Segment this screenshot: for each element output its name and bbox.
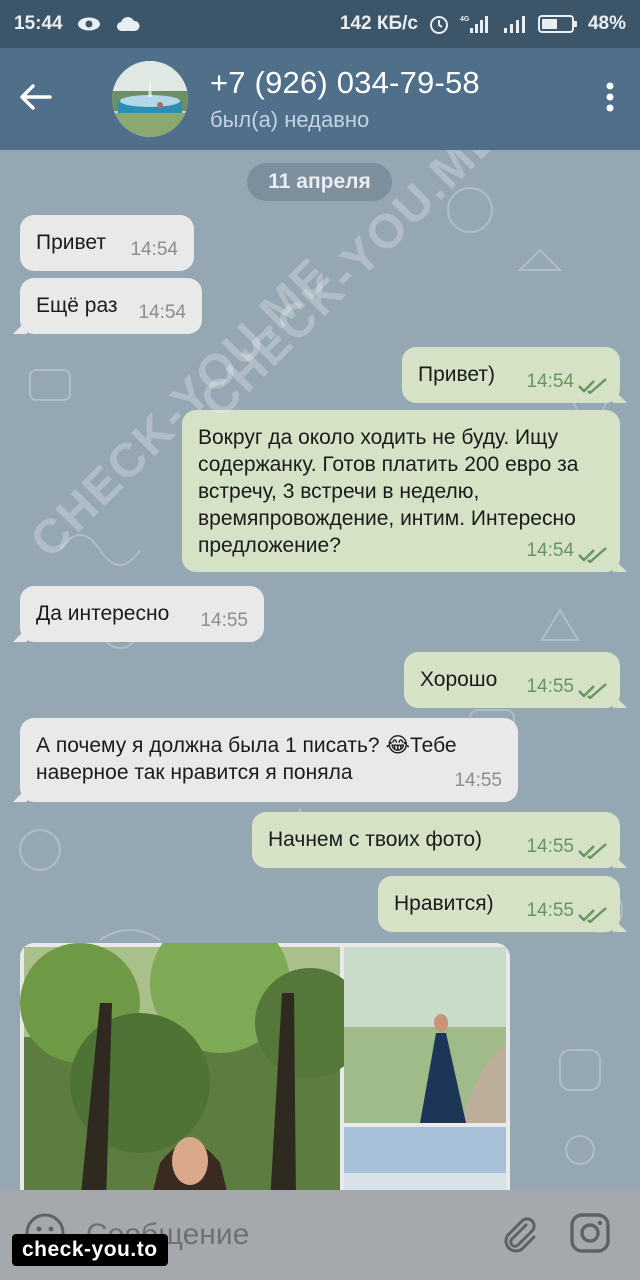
message-text: Нравится): [394, 892, 494, 915]
watermark-badge: check-you.to: [12, 1234, 168, 1266]
alarm-icon: [428, 13, 450, 35]
read-ticks-icon: [578, 547, 607, 563]
message-time: 14:54: [138, 302, 186, 323]
chat-header: +7 (926) 034-79-58 был(а) недавно: [0, 48, 640, 150]
message-text: Хорошо: [420, 668, 498, 691]
contact-status: был(а) недавно: [210, 107, 370, 132]
net-speed: 142 КБ/с: [339, 13, 418, 34]
message-text: Начнем с твоих фото): [268, 828, 483, 851]
message-text: А почему я должна была 1 писать? 😂Тебе н…: [36, 734, 463, 784]
avatar[interactable]: [112, 61, 188, 137]
signal-icon: 4G: [460, 14, 492, 34]
chat-area[interactable]: 11 апреля Привет 14:54 Ещё раз 14:54 При…: [0, 150, 640, 1190]
read-ticks-icon: [578, 683, 607, 699]
message-time: 14:55: [526, 676, 574, 697]
incoming-message[interactable]: Ещё раз 14:54: [13, 278, 202, 334]
message-text: Привет): [418, 363, 496, 386]
arrow-left-icon: [18, 82, 52, 117]
message-time: 14:54: [526, 371, 574, 392]
outgoing-message[interactable]: Привет) 14:54: [402, 347, 627, 403]
back-button[interactable]: [0, 48, 70, 150]
menu-button[interactable]: [580, 48, 640, 150]
eye-icon: [77, 16, 101, 32]
battery-percent: 48%: [587, 13, 626, 34]
photo-forest[interactable]: [20, 943, 365, 1190]
outgoing-message[interactable]: Вокруг да около ходить не буду. Ищу соде…: [182, 410, 627, 572]
cloud-icon: [115, 16, 141, 32]
message-time: 14:55: [526, 900, 574, 921]
paperclip-icon: [498, 1213, 538, 1258]
message-text: Да интересно: [36, 602, 170, 625]
more-vertical-icon: [605, 81, 615, 118]
photo-dress[interactable]: [344, 947, 506, 1123]
svg-text:4G: 4G: [460, 16, 470, 23]
contact-name[interactable]: +7 (926) 034-79-58: [210, 65, 580, 101]
incoming-message[interactable]: А почему я должна была 1 писать? 😂Тебе н…: [13, 718, 518, 802]
incoming-message[interactable]: Да интересно 14:55: [13, 586, 264, 642]
read-ticks-icon: [578, 907, 607, 923]
photo-album[interactable]: [20, 943, 510, 1190]
instagram-camera-icon: [569, 1212, 611, 1259]
message-time: 14:54: [526, 540, 574, 561]
message-time: 14:55: [200, 610, 248, 631]
status-time: 15:44: [14, 13, 63, 34]
attach-button[interactable]: [488, 1205, 548, 1265]
outgoing-message[interactable]: Нравится) 14:55: [378, 876, 627, 932]
status-bar: 15:44 142 КБ/с 4G 48%: [0, 0, 640, 48]
read-ticks-icon: [578, 378, 607, 394]
message-time: 14:55: [526, 836, 574, 857]
message-text: Привет: [36, 231, 107, 254]
battery-icon: [537, 14, 578, 34]
read-ticks-icon: [578, 843, 607, 859]
incoming-message[interactable]: Привет 14:54: [20, 215, 194, 271]
message-text: Ещё раз: [36, 294, 118, 317]
signal-icon-2: [502, 14, 528, 34]
date-chip: 11 апреля: [247, 163, 392, 201]
photo-sky[interactable]: [344, 1127, 506, 1190]
camera-button[interactable]: [560, 1205, 620, 1265]
outgoing-message[interactable]: Хорошо 14:55: [404, 652, 627, 708]
outgoing-message[interactable]: Начнем с твоих фото) 14:55: [252, 812, 627, 868]
message-time: 14:54: [130, 239, 178, 260]
message-time: 14:55: [454, 770, 502, 791]
